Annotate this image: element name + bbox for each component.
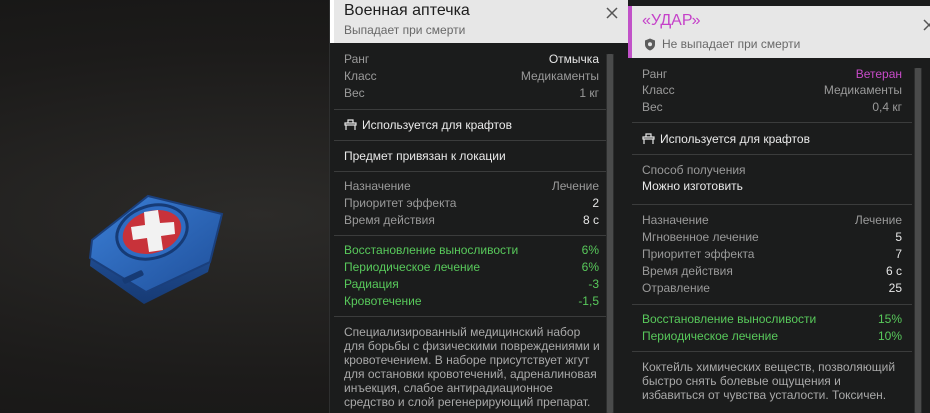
bonus-periodic-heal: Периодическое лечение 10% (642, 329, 902, 343)
stat-effect-priority: Приоритет эффекта 7 (642, 247, 902, 261)
bonus-radiation: Радиация -3 (344, 277, 599, 291)
scrollbar-thumb[interactable] (915, 68, 921, 413)
workbench-icon (344, 119, 357, 130)
stat-purpose: Назначение Лечение (642, 213, 902, 227)
location-note: Предмет привязан к локации (344, 149, 506, 163)
stat-weight: Вес 0,4 кг (642, 100, 902, 114)
bonus-periodic-heal: Периодическое лечение 6% (344, 260, 599, 274)
medkit-icon (88, 194, 224, 304)
item-title: «УДАР» (642, 12, 701, 29)
stat-weight: Вес 1 кг (344, 86, 599, 100)
item-title: Военная аптечка (344, 2, 470, 19)
bonus-stamina-regen: Восстановление выносливости 15% (642, 312, 902, 326)
bonus-stamina-regen: Восстановление выносливости 6% (344, 243, 599, 257)
stat-rank: Ранг Отмычка (344, 52, 599, 66)
item-description: Коктейль химических веществ, позволяющий… (642, 360, 896, 402)
close-icon[interactable] (922, 18, 930, 32)
stat-duration: Время действия 6 с (642, 264, 902, 278)
bonus-bleeding: Кровотечение -1,5 (344, 294, 599, 308)
stat-instant-heal: Мгновенное лечение 5 (642, 230, 902, 244)
drop-status: Не выпадает при смерти (662, 37, 801, 51)
item-tooltip-panel: «УДАР» Не выпадает при смерти Ранг Ветера… (628, 0, 930, 413)
stat-purpose: Назначение Лечение (344, 179, 599, 193)
drop-status: Выпадает при смерти (344, 23, 466, 37)
stat-class: Класс Медикаменты (642, 83, 902, 97)
obtain-method-value: Можно изготовить (642, 179, 743, 193)
shield-icon (645, 38, 655, 51)
stat-rank: Ранг Ветеран (642, 67, 902, 81)
panel-body: Ранг Отмычка Класс Медикаменты Вес 1 кг Исп… (334, 43, 609, 413)
scrollbar[interactable] (606, 54, 614, 413)
panel-header: Военная аптечка Выпадает при смерти (330, 0, 629, 43)
item-tooltip-panel: Военная аптечка Выпадает при смерти Ранг… (329, 0, 629, 413)
item-description: Специализированный медицинский набор для… (344, 325, 600, 409)
stat-poisoning: Отравление 25 (642, 281, 902, 295)
stat-duration: Время действия 8 с (344, 213, 599, 227)
scrollbar[interactable] (914, 68, 922, 413)
stat-class: Класс Медикаменты (344, 69, 599, 83)
workbench-icon (642, 133, 655, 144)
obtain-method-label: Способ получения (642, 163, 746, 177)
panel-header: «УДАР» Не выпадает при смерти (628, 6, 930, 58)
scrollbar-thumb[interactable] (607, 54, 613, 413)
close-icon[interactable] (605, 6, 619, 20)
panel-body: Ранг Ветеран Класс Медикаменты Вес 0,4 кг И… (632, 58, 912, 413)
stat-effect-priority: Приоритет эффекта 2 (344, 196, 599, 210)
